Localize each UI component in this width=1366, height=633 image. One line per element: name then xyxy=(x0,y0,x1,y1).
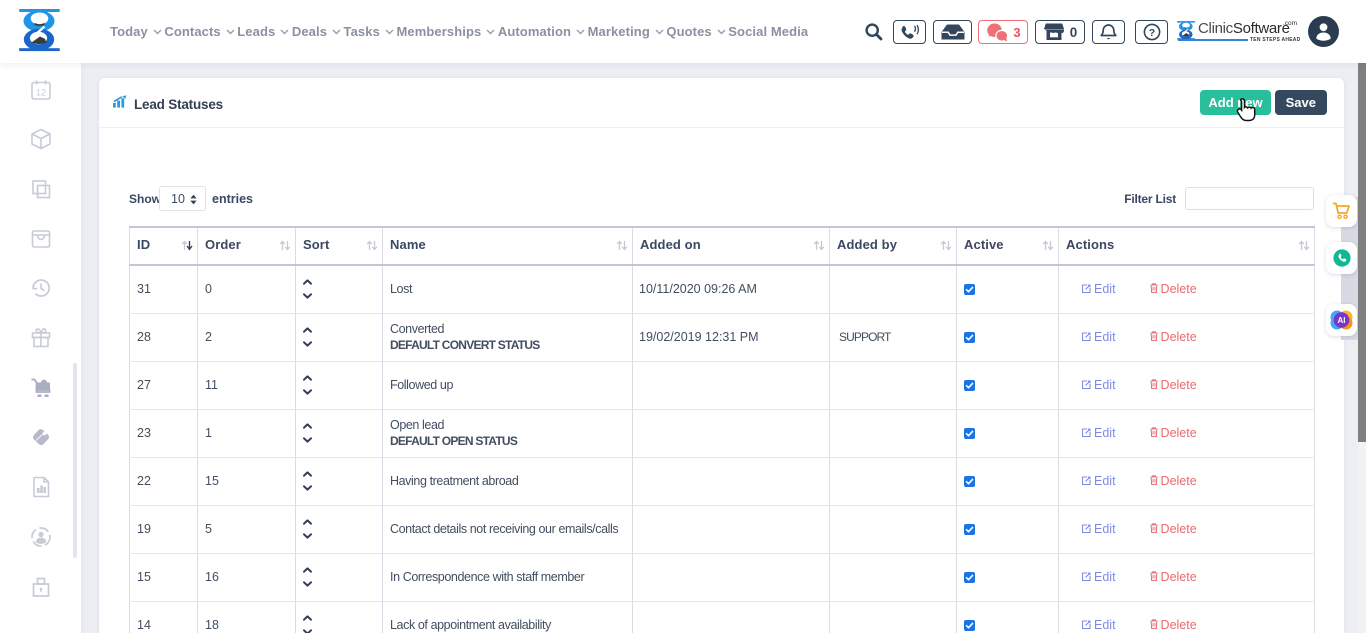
svg-text:12: 12 xyxy=(36,87,46,97)
svg-text:AI: AI xyxy=(1338,316,1346,325)
svg-text:?: ? xyxy=(1148,27,1154,39)
